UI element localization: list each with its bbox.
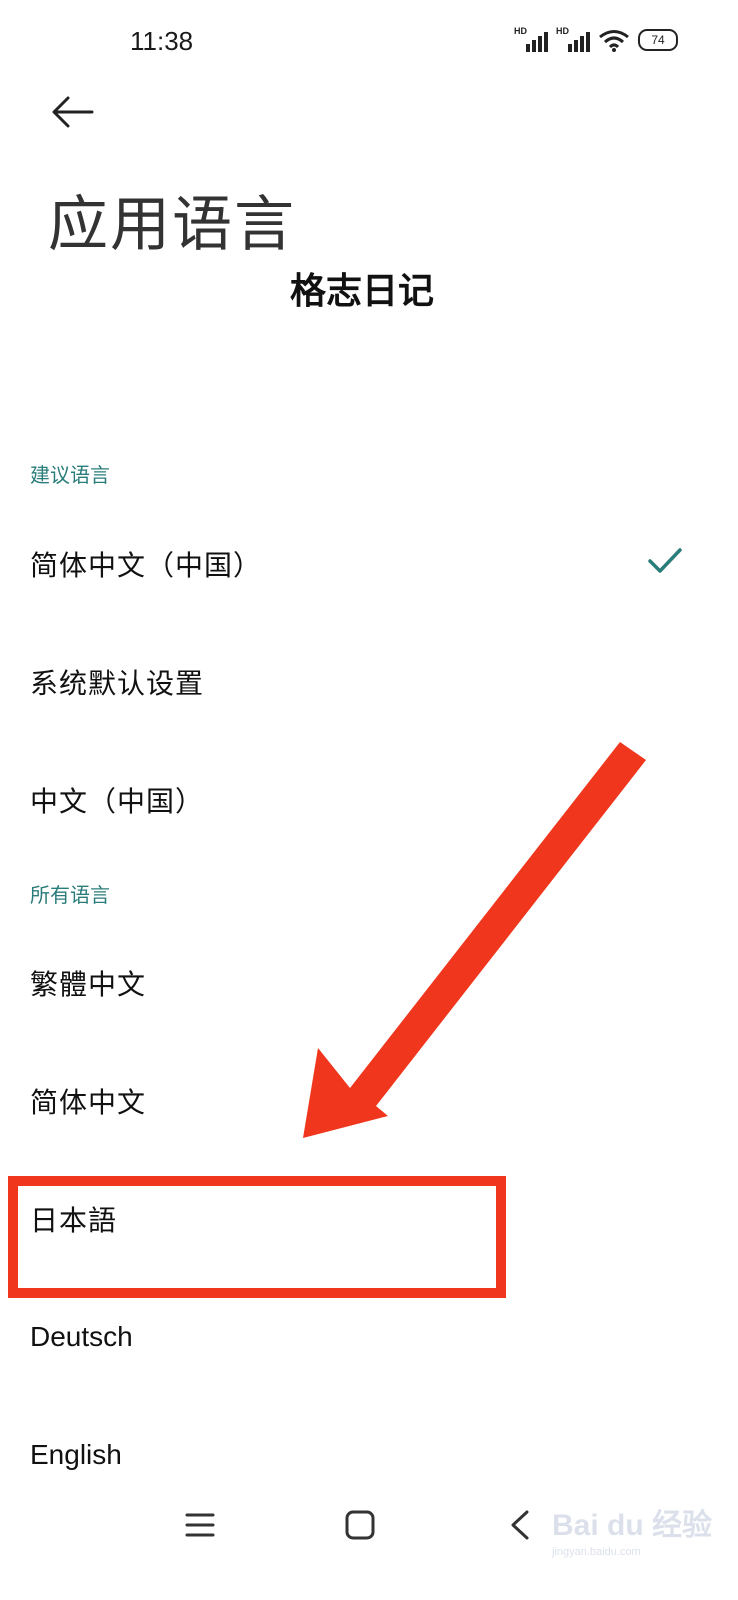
section-header-suggested: 建议语言: [30, 463, 110, 487]
battery-indicator: 74: [638, 29, 678, 51]
language-label: 简体中文（中国）: [30, 549, 263, 582]
status-time: 11:38: [130, 26, 194, 56]
watermark-url: jingyan.baidu.com: [552, 1546, 641, 1558]
language-item-german[interactable]: Deutsch: [0, 1292, 724, 1382]
chevron-left-icon: [511, 1510, 529, 1540]
home-square-icon: [345, 1510, 375, 1540]
nav-menu-button[interactable]: [170, 1500, 230, 1550]
back-button[interactable]: [44, 88, 100, 136]
cellular-signal-icon: HD: [514, 26, 548, 52]
watermark: Bai du 经验 jingyan.baidu.com: [552, 1500, 712, 1558]
cellular-signal-icon: HD: [556, 26, 590, 52]
app-name: 格志日记: [289, 271, 434, 312]
language-label: 系统默认设置: [30, 667, 205, 700]
watermark-logo: Bai du 经验: [552, 1509, 713, 1542]
section-header-all: 所有语言: [30, 883, 110, 907]
language-item-japanese[interactable]: 日本語: [0, 1174, 724, 1264]
nav-back-button[interactable]: [490, 1500, 550, 1550]
language-label: 日本語: [30, 1204, 118, 1237]
back-arrow-icon: [52, 96, 94, 128]
language-item-system-default[interactable]: 系统默认设置: [0, 637, 724, 727]
language-item-english[interactable]: English: [0, 1410, 724, 1500]
language-label: 中文（中国）: [30, 785, 205, 818]
status-icons: HD HD 74: [514, 26, 678, 52]
language-item-zh-hans[interactable]: 简体中文: [0, 1056, 724, 1146]
nav-home-button[interactable]: [330, 1500, 390, 1550]
language-item-zh-hant[interactable]: 繁體中文: [0, 938, 724, 1028]
wifi-icon: [599, 30, 629, 52]
language-item-zh-cn[interactable]: 中文（中国）: [0, 755, 724, 845]
language-label: English: [30, 1439, 122, 1470]
language-label: 简体中文: [30, 1086, 147, 1119]
language-item-zh-hans-cn[interactable]: 简体中文（中国）: [0, 519, 724, 609]
language-label: Deutsch: [30, 1321, 133, 1352]
checkmark-icon: [648, 548, 682, 573]
language-label: 繁體中文: [30, 968, 147, 1001]
page-title: 应用语言: [48, 190, 296, 260]
menu-icon: [185, 1513, 215, 1537]
